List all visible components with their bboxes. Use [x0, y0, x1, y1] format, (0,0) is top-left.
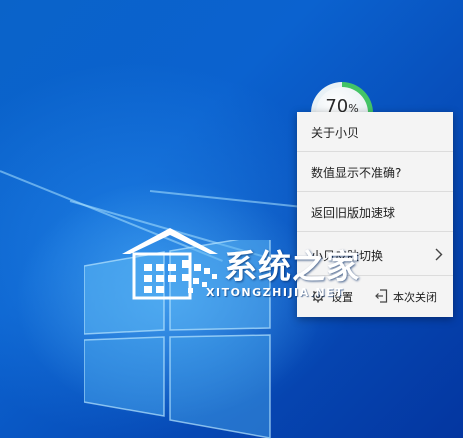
close-this-time-label: 本次关闭	[393, 291, 437, 304]
watermark-title: 系统之家	[224, 247, 360, 286]
menu-item-label: 返回旧版加速球	[311, 206, 396, 220]
menu-item-label: 关于小贝	[311, 126, 360, 140]
menu-item-label: 数值显示不准确?	[311, 166, 402, 180]
watermark: 系统之家 XITONGZHIJIA.NET	[118, 222, 388, 302]
watermark-subtitle: XITONGZHIJIA.NET	[206, 286, 345, 299]
chevron-right-icon	[435, 248, 443, 261]
menu-item-about[interactable]: 关于小贝	[297, 112, 453, 152]
menu-item-inaccurate-value[interactable]: 数值显示不准确?	[297, 152, 453, 192]
